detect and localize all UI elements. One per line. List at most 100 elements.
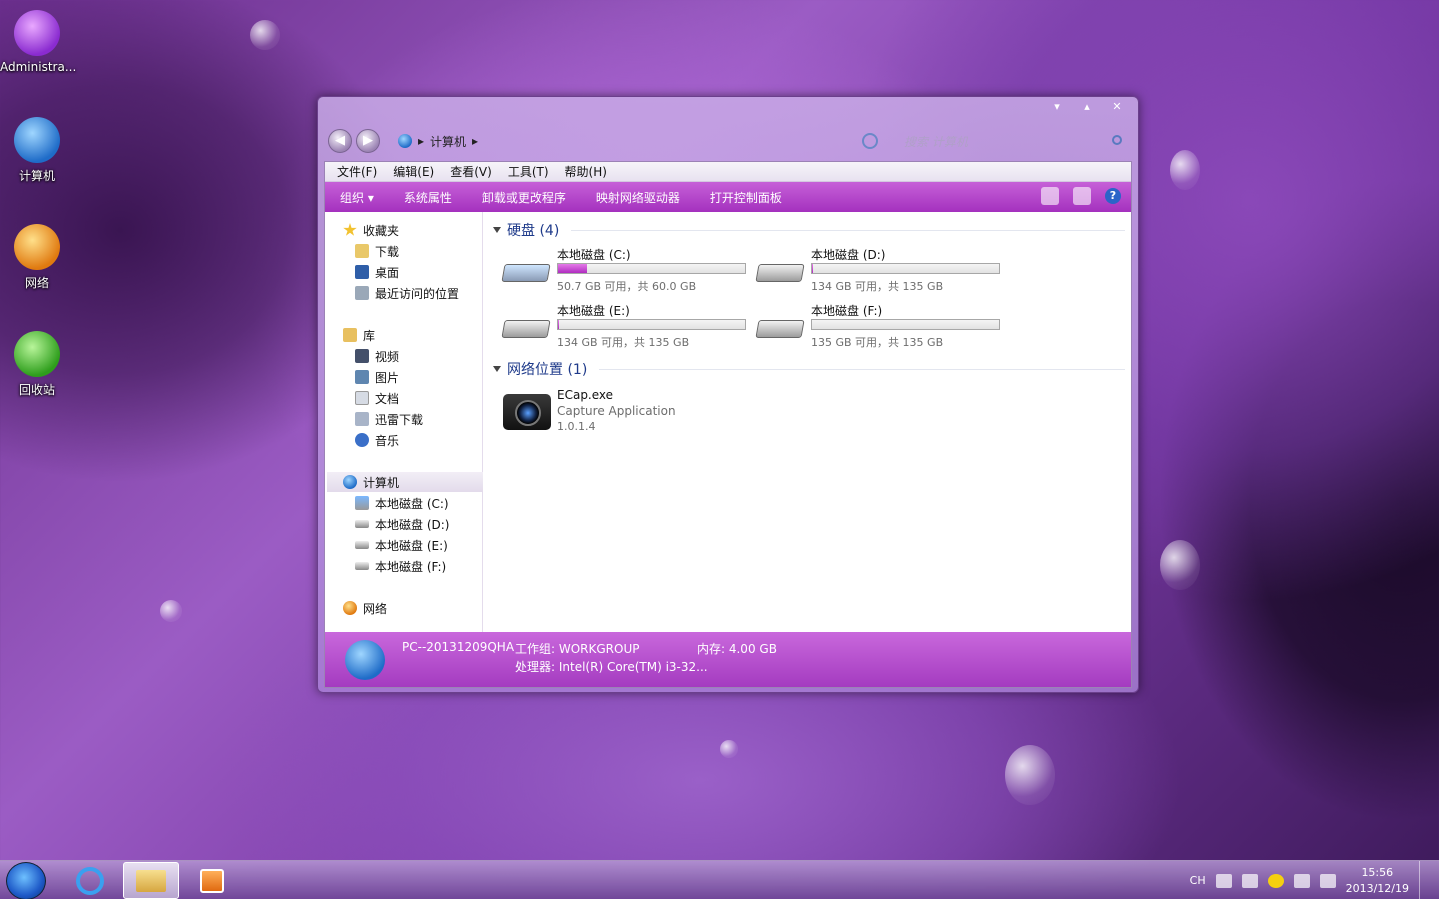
- breadcrumb-separator: ▸: [418, 134, 425, 148]
- clock-time: 15:56: [1361, 865, 1394, 879]
- taskbar-ie[interactable]: [62, 862, 118, 899]
- desktop-icon-administrator[interactable]: Administra...: [0, 10, 77, 74]
- downloads-folder-icon: [355, 244, 369, 258]
- clock[interactable]: 15:56 2013/12/19: [1346, 865, 1409, 897]
- nav-label: 最近访问的位置: [375, 286, 460, 301]
- nav-label: 本地磁盘 (E:): [375, 538, 448, 553]
- volume-icon[interactable]: [1319, 873, 1336, 888]
- help-icon[interactable]: ?: [1105, 188, 1121, 204]
- desktop-icon-network[interactable]: 网络: [0, 224, 74, 291]
- nav-label: 收藏夹: [363, 223, 400, 238]
- media-player-icon: [200, 869, 224, 893]
- desktop-icon-recycle-bin[interactable]: 回收站: [0, 331, 74, 398]
- nav-network[interactable]: 网络: [343, 598, 387, 618]
- nav-desktop[interactable]: 桌面: [355, 262, 399, 282]
- desktop-icon-label: 回收站: [18, 383, 55, 397]
- map-network-drive-button[interactable]: 映射网络驱动器: [581, 189, 695, 206]
- nav-music[interactable]: 音乐: [355, 430, 399, 450]
- music-icon: [355, 433, 369, 447]
- app-version: 1.0.1.4: [557, 420, 596, 433]
- menu-tools[interactable]: 工具(T): [500, 163, 557, 180]
- address-bar[interactable]: ▸ 计算机 ▸: [398, 130, 858, 152]
- nav-videos[interactable]: 视频: [355, 346, 399, 366]
- nav-libraries[interactable]: 库: [343, 325, 375, 345]
- nav-drive-d[interactable]: 本地磁盘 (D:): [355, 514, 449, 534]
- computer-icon: [14, 117, 60, 163]
- breadcrumb-computer[interactable]: 计算机: [430, 133, 466, 150]
- keyboard-icon[interactable]: [1215, 873, 1232, 888]
- back-button[interactable]: ◀: [328, 129, 352, 153]
- taskbar-media-player[interactable]: [184, 862, 240, 899]
- close-button[interactable]: ✕: [1104, 99, 1130, 115]
- show-desktop-button[interactable]: [1419, 861, 1429, 899]
- security-icon[interactable]: [1267, 873, 1284, 888]
- drive-size: 134 GB 可用，共 135 GB: [811, 280, 944, 293]
- memory: 内存: 4.00 GB: [697, 642, 777, 656]
- drive-name: 本地磁盘 (D:): [811, 248, 886, 262]
- system-drive-icon: [501, 256, 551, 286]
- taskbar: CH 15:56 2013/12/19: [0, 860, 1439, 899]
- hard-drive-icon: [355, 562, 369, 570]
- menu-edit[interactable]: 编辑(E): [385, 163, 442, 180]
- system-properties-button[interactable]: 系统属性: [389, 189, 467, 206]
- explorer-body: 文件(F) 编辑(E) 查看(V) 工具(T) 帮助(H) 组织 ▾ 系统属性 …: [324, 161, 1132, 688]
- nav-drive-e[interactable]: 本地磁盘 (E:): [355, 535, 448, 555]
- nav-drive-c[interactable]: 本地磁盘 (C:): [355, 493, 449, 513]
- search-icon: [1112, 135, 1122, 145]
- forward-button[interactable]: ▶: [356, 129, 380, 153]
- nav-pictures[interactable]: 图片: [355, 367, 399, 387]
- hard-drive-icon: [755, 312, 805, 342]
- pictures-icon: [355, 370, 369, 384]
- nav-label: 桌面: [375, 265, 400, 280]
- maximize-button[interactable]: ▴: [1074, 99, 1100, 115]
- drive-usage-bar: [557, 319, 746, 330]
- nav-label: 图片: [375, 370, 400, 385]
- nav-recent-places[interactable]: 最近访问的位置: [355, 283, 459, 303]
- minimize-button[interactable]: ▾: [1044, 99, 1070, 115]
- computer-small-icon: [398, 134, 412, 148]
- refresh-icon[interactable]: [862, 133, 878, 149]
- open-control-panel-button[interactable]: 打开控制面板: [695, 189, 797, 206]
- network-icon: [14, 224, 60, 270]
- nav-downloads[interactable]: 下载: [355, 241, 399, 261]
- command-bar: 组织 ▾ 系统属性 卸载或更改程序 映射网络驱动器 打开控制面板 ?: [325, 182, 1131, 212]
- video-icon: [355, 349, 369, 363]
- nav-thunder-downloads[interactable]: 迅雷下载: [355, 409, 423, 429]
- drive-name: 本地磁盘 (F:): [811, 304, 883, 318]
- menu-file[interactable]: 文件(F): [329, 163, 385, 180]
- drive-c[interactable]: 本地磁盘 (C:) 50.7 GB 可用，共 60.0 GB: [501, 246, 753, 298]
- desktop-icon-label: Administra...: [0, 60, 77, 74]
- computer-icon: [343, 475, 357, 489]
- change-view-icon[interactable]: [1041, 187, 1059, 205]
- ecap-application[interactable]: ECap.exe Capture Application 1.0.1.4: [503, 388, 803, 442]
- start-button[interactable]: [6, 862, 46, 899]
- nav-favorites[interactable]: 收藏夹: [343, 220, 399, 240]
- address-row: ◀ ▶ ▸ 计算机 ▸ 搜索 计算机: [326, 127, 1130, 155]
- network-tray-icon[interactable]: [1293, 873, 1310, 888]
- organize-button[interactable]: 组织 ▾: [325, 189, 389, 206]
- group-header-hard-drives[interactable]: 硬盘 (4): [493, 220, 1125, 240]
- pc-name: PC--20131209QHA: [402, 640, 515, 654]
- ime-icon[interactable]: [1241, 873, 1258, 888]
- uninstall-program-button[interactable]: 卸载或更改程序: [467, 189, 581, 206]
- nav-label: 视频: [375, 349, 400, 364]
- internet-explorer-icon: [76, 867, 104, 895]
- language-indicator[interactable]: CH: [1190, 874, 1206, 887]
- drive-e[interactable]: 本地磁盘 (E:) 134 GB 可用，共 135 GB: [501, 302, 753, 354]
- drive-f[interactable]: 本地磁盘 (F:) 135 GB 可用，共 135 GB: [755, 302, 1007, 354]
- nav-documents[interactable]: 文档: [355, 388, 399, 408]
- taskbar-explorer[interactable]: [123, 862, 179, 899]
- collapse-triangle-icon: [493, 366, 501, 372]
- desktop-icon-label: 网络: [24, 276, 49, 290]
- library-icon: [343, 328, 357, 342]
- menu-help[interactable]: 帮助(H): [557, 163, 615, 180]
- nav-label: 本地磁盘 (D:): [375, 517, 450, 532]
- nav-computer[interactable]: 计算机: [327, 472, 483, 492]
- search-input[interactable]: 搜索 计算机: [880, 130, 1130, 152]
- nav-drive-f[interactable]: 本地磁盘 (F:): [355, 556, 446, 576]
- group-header-network-locations[interactable]: 网络位置 (1): [493, 359, 1125, 379]
- menu-view[interactable]: 查看(V): [442, 163, 500, 180]
- desktop-icon-computer[interactable]: 计算机: [0, 117, 74, 184]
- drive-d[interactable]: 本地磁盘 (D:) 134 GB 可用，共 135 GB: [755, 246, 1007, 298]
- preview-pane-icon[interactable]: [1073, 187, 1091, 205]
